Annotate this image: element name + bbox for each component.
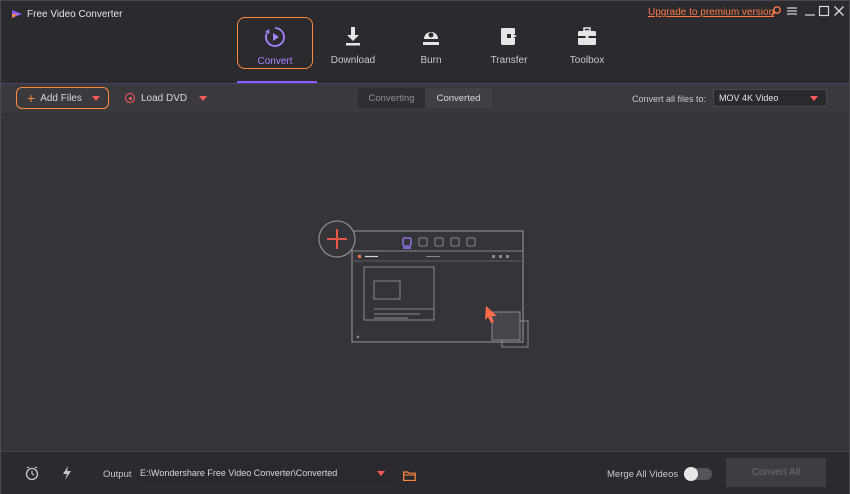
burn-disc-icon bbox=[421, 25, 441, 50]
nav-download[interactable]: Download bbox=[315, 17, 391, 69]
output-format-select[interactable]: MOV 4K Video bbox=[713, 89, 827, 107]
nav-toolbox[interactable]: Toolbox bbox=[549, 17, 625, 69]
toggle-knob bbox=[684, 467, 698, 481]
nav-burn-label: Burn bbox=[420, 55, 442, 66]
close-icon[interactable] bbox=[832, 4, 846, 18]
nav-convert-label: Convert bbox=[257, 56, 293, 67]
download-icon bbox=[343, 25, 363, 50]
load-dvd-button[interactable]: Load DVD bbox=[125, 87, 208, 109]
transfer-icon bbox=[498, 25, 520, 50]
menu-icon[interactable] bbox=[785, 4, 799, 18]
add-files-label: Add Files bbox=[40, 92, 82, 104]
output-label: Output bbox=[103, 469, 132, 480]
status-tabs: Converting Converted bbox=[358, 88, 492, 108]
open-folder-icon[interactable] bbox=[403, 468, 416, 482]
active-tab-indicator bbox=[237, 81, 317, 83]
tab-converting[interactable]: Converting bbox=[358, 88, 425, 108]
plus-icon: + bbox=[27, 90, 36, 106]
add-files-button[interactable]: + Add Files bbox=[16, 87, 109, 109]
schedule-clock-icon[interactable] bbox=[24, 465, 40, 481]
app-logo-icon bbox=[11, 8, 23, 20]
output-path-value: E:\Wondershare Free Video Converter\Conv… bbox=[140, 468, 338, 478]
bottom-bar: Output E:\Wondershare Free Video Convert… bbox=[1, 451, 849, 494]
nav-transfer[interactable]: Transfer bbox=[471, 17, 547, 69]
title-and-nav-bar: Free Video Converter Upgrade to premium … bbox=[1, 1, 849, 84]
upgrade-link[interactable]: Upgrade to premium version bbox=[648, 7, 774, 18]
nav-burn[interactable]: Burn bbox=[393, 17, 469, 69]
load-dvd-label: Load DVD bbox=[141, 92, 188, 104]
toolbar: + Add Files Load DVD Converting Converte… bbox=[1, 84, 849, 113]
chevron-down-icon[interactable] bbox=[199, 95, 208, 101]
toolbox-icon bbox=[576, 25, 598, 50]
convert-all-button[interactable]: Convert All bbox=[726, 458, 826, 487]
chevron-down-icon[interactable] bbox=[92, 95, 100, 101]
convert-all-label: Convert all files to: bbox=[632, 94, 707, 104]
merge-all-videos-label: Merge All Videos bbox=[607, 469, 679, 480]
maximize-icon[interactable] bbox=[817, 4, 831, 18]
nav-download-label: Download bbox=[330, 55, 376, 66]
lightning-icon[interactable] bbox=[59, 465, 75, 481]
nav-toolbox-label: Toolbox bbox=[569, 55, 605, 66]
add-files-illustration[interactable] bbox=[316, 218, 536, 358]
chevron-down-icon bbox=[377, 470, 385, 476]
output-path-select[interactable]: E:\Wondershare Free Video Converter\Conv… bbox=[137, 463, 393, 483]
main-nav: Convert Download Burn Transfer Toolbox bbox=[237, 17, 627, 69]
app-window: Free Video Converter Upgrade to premium … bbox=[0, 0, 850, 494]
app-title: Free Video Converter bbox=[27, 8, 123, 20]
search-icon[interactable] bbox=[769, 4, 783, 18]
minimize-icon[interactable] bbox=[803, 4, 817, 18]
nav-transfer-label: Transfer bbox=[490, 55, 528, 66]
format-value: MOV 4K Video bbox=[719, 93, 779, 103]
merge-toggle[interactable] bbox=[684, 467, 712, 481]
nav-convert[interactable]: Convert bbox=[237, 17, 313, 69]
dvd-icon bbox=[125, 93, 135, 103]
tab-converted[interactable]: Converted bbox=[425, 88, 492, 108]
convert-play-icon bbox=[264, 26, 286, 51]
chevron-down-icon bbox=[810, 95, 818, 101]
app-title-area: Free Video Converter bbox=[11, 7, 122, 21]
